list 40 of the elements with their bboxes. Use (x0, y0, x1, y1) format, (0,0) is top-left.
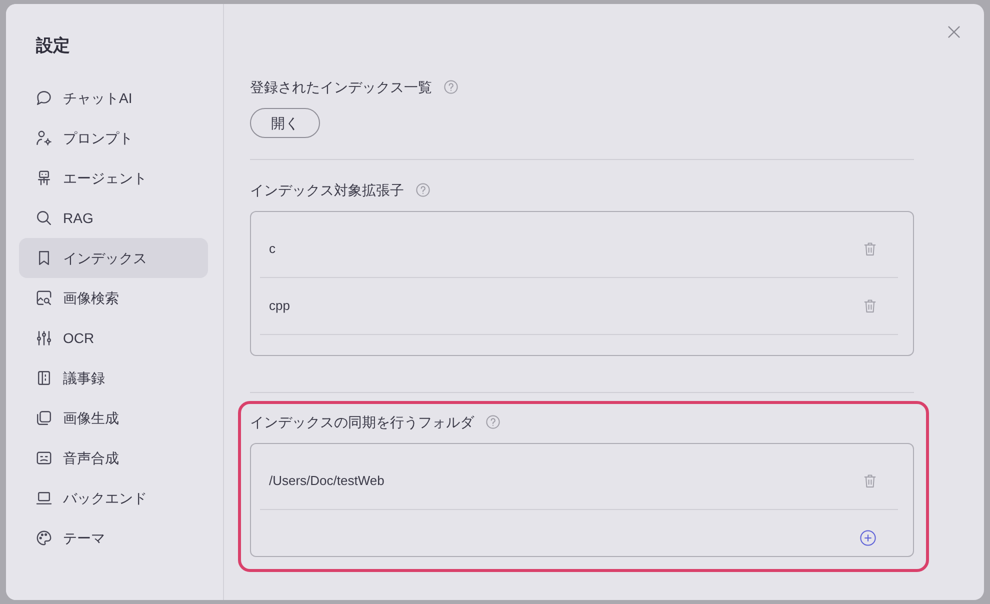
sliders-icon (36, 330, 52, 346)
help-icon[interactable] (444, 80, 458, 94)
sidebar-item[interactable]: 音声合成 (19, 438, 208, 478)
sidebar-item[interactable]: RAG (19, 198, 208, 238)
image-search-icon (36, 290, 52, 306)
list-item-text: c (269, 240, 276, 258)
user-gear-icon (36, 130, 52, 146)
sidebar-item[interactable]: 画像生成 (19, 398, 208, 438)
section-title: インデックスの同期を行うフォルダ (250, 413, 474, 432)
trash-icon[interactable] (864, 474, 876, 488)
help-icon[interactable] (486, 415, 500, 429)
section-title: 登録されたインデックス一覧 (250, 78, 432, 97)
laptop-icon (36, 490, 52, 506)
notebook-icon (36, 370, 52, 386)
list-item-text: cpp (269, 297, 290, 316)
bookmark-icon (36, 250, 52, 266)
sidebar-item[interactable]: 議事録 (19, 358, 208, 398)
section-title: インデックス対象拡張子 (250, 181, 404, 200)
sidebar-item[interactable]: OCR (19, 318, 208, 358)
palette-icon (36, 530, 52, 546)
sidebar-title: 設定 (34, 35, 71, 57)
sidebar-item[interactable]: エージェント (19, 158, 208, 198)
search-icon (36, 210, 52, 226)
sidebar-item[interactable]: テーマ (19, 518, 208, 558)
trash-icon[interactable] (864, 299, 876, 313)
list-item-text: /Users/Doc/testWeb (269, 472, 384, 490)
sidebar-item[interactable]: プロンプト (19, 118, 208, 158)
stacked-squares-icon (36, 410, 52, 426)
add-icon[interactable] (860, 530, 876, 546)
open-button[interactable]: 開く (250, 108, 320, 138)
frown-box-icon (36, 450, 52, 466)
chat-bubble-icon (36, 90, 52, 106)
robot-icon (36, 170, 52, 186)
sidebar-item[interactable]: インデックス (19, 238, 208, 278)
sidebar-item[interactable]: バックエンド (19, 478, 208, 518)
sidebar-item[interactable]: チャットAI (19, 78, 208, 118)
sidebar-item[interactable]: 画像検索 (19, 278, 208, 318)
trash-icon[interactable] (864, 242, 876, 256)
help-icon[interactable] (416, 183, 430, 197)
close-icon[interactable] (948, 26, 960, 38)
